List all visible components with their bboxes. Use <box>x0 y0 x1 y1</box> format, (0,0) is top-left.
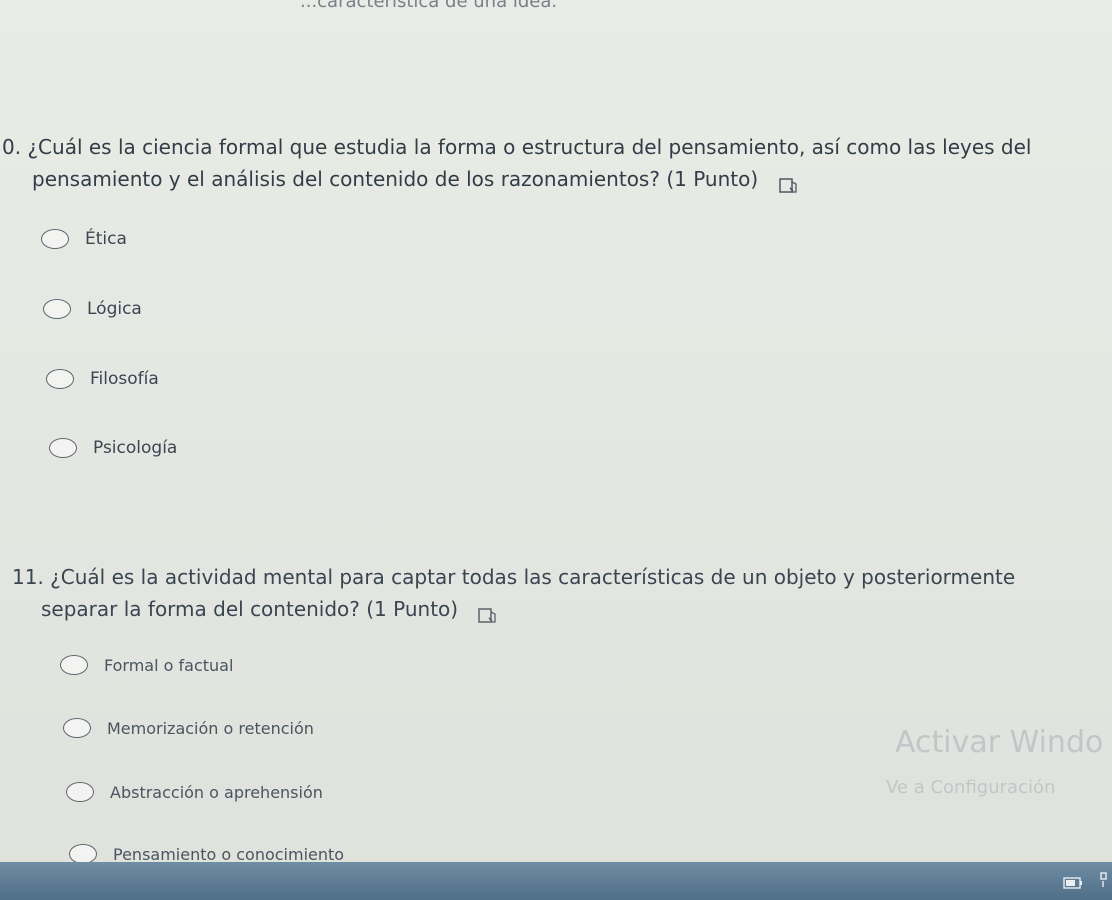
option-abstraccion-radio[interactable] <box>66 782 94 802</box>
option-filosofia[interactable]: Filosofía <box>46 364 159 394</box>
question-11-title: 11. ¿Cuál es la actividad mental para ca… <box>12 561 1015 625</box>
option-psicologia-label: Psicología <box>93 438 178 458</box>
form-page: ...característica de una idea. 0. ¿Cuál … <box>0 0 1112 864</box>
question-11-line-2: separar la forma del contenido? (1 Punto… <box>41 597 459 621</box>
battery-icon[interactable] <box>1063 874 1083 893</box>
previous-question-fragment: ...característica de una idea. <box>300 0 558 12</box>
option-etica[interactable]: Ética <box>41 224 127 254</box>
immersive-reader-icon[interactable] <box>778 171 797 193</box>
option-logica-label: Lógica <box>87 299 142 319</box>
option-abstraccion-label: Abstracción o aprehensión <box>110 782 323 802</box>
question-10-line-1: 0. ¿Cuál es la ciencia formal que estudi… <box>2 135 1032 159</box>
option-memorizacion-label: Memorización o retención <box>107 718 314 738</box>
option-pensamiento-label: Pensamiento o conocimiento <box>113 844 345 864</box>
question-10-title: 0. ¿Cuál es la ciencia formal que estudi… <box>2 131 1031 195</box>
option-psicologia[interactable]: Psicología <box>49 433 177 463</box>
option-filosofia-radio[interactable] <box>46 369 74 389</box>
option-etica-radio[interactable] <box>41 229 69 249</box>
option-logica-radio[interactable] <box>43 299 71 319</box>
option-formal-factual-label: Formal o factual <box>104 655 234 675</box>
option-logica[interactable]: Lógica <box>43 294 142 324</box>
tray-overflow-icon[interactable] <box>1099 872 1109 892</box>
option-psicologia-radio[interactable] <box>49 438 77 458</box>
question-11-line-1: 11. ¿Cuál es la actividad mental para ca… <box>12 565 1016 589</box>
option-formal-factual-radio[interactable] <box>60 655 88 675</box>
immersive-reader-icon[interactable] <box>478 601 497 623</box>
activation-watermark-title: Activar Windo <box>895 725 1104 760</box>
question-10-line-2: pensamiento y el análisis del contenido … <box>32 167 759 191</box>
option-abstraccion[interactable]: Abstracción o aprehensión <box>66 777 323 807</box>
activation-watermark-subtitle: Ve a Configuración <box>886 777 1056 798</box>
option-etica-label: Ética <box>85 229 127 249</box>
taskbar <box>0 862 1112 900</box>
option-memorizacion[interactable]: Memorización o retención <box>63 713 314 743</box>
option-memorizacion-radio[interactable] <box>63 718 91 738</box>
option-pensamiento-radio[interactable] <box>69 844 97 864</box>
option-filosofia-label: Filosofía <box>90 369 159 389</box>
option-formal-factual[interactable]: Formal o factual <box>60 650 233 680</box>
